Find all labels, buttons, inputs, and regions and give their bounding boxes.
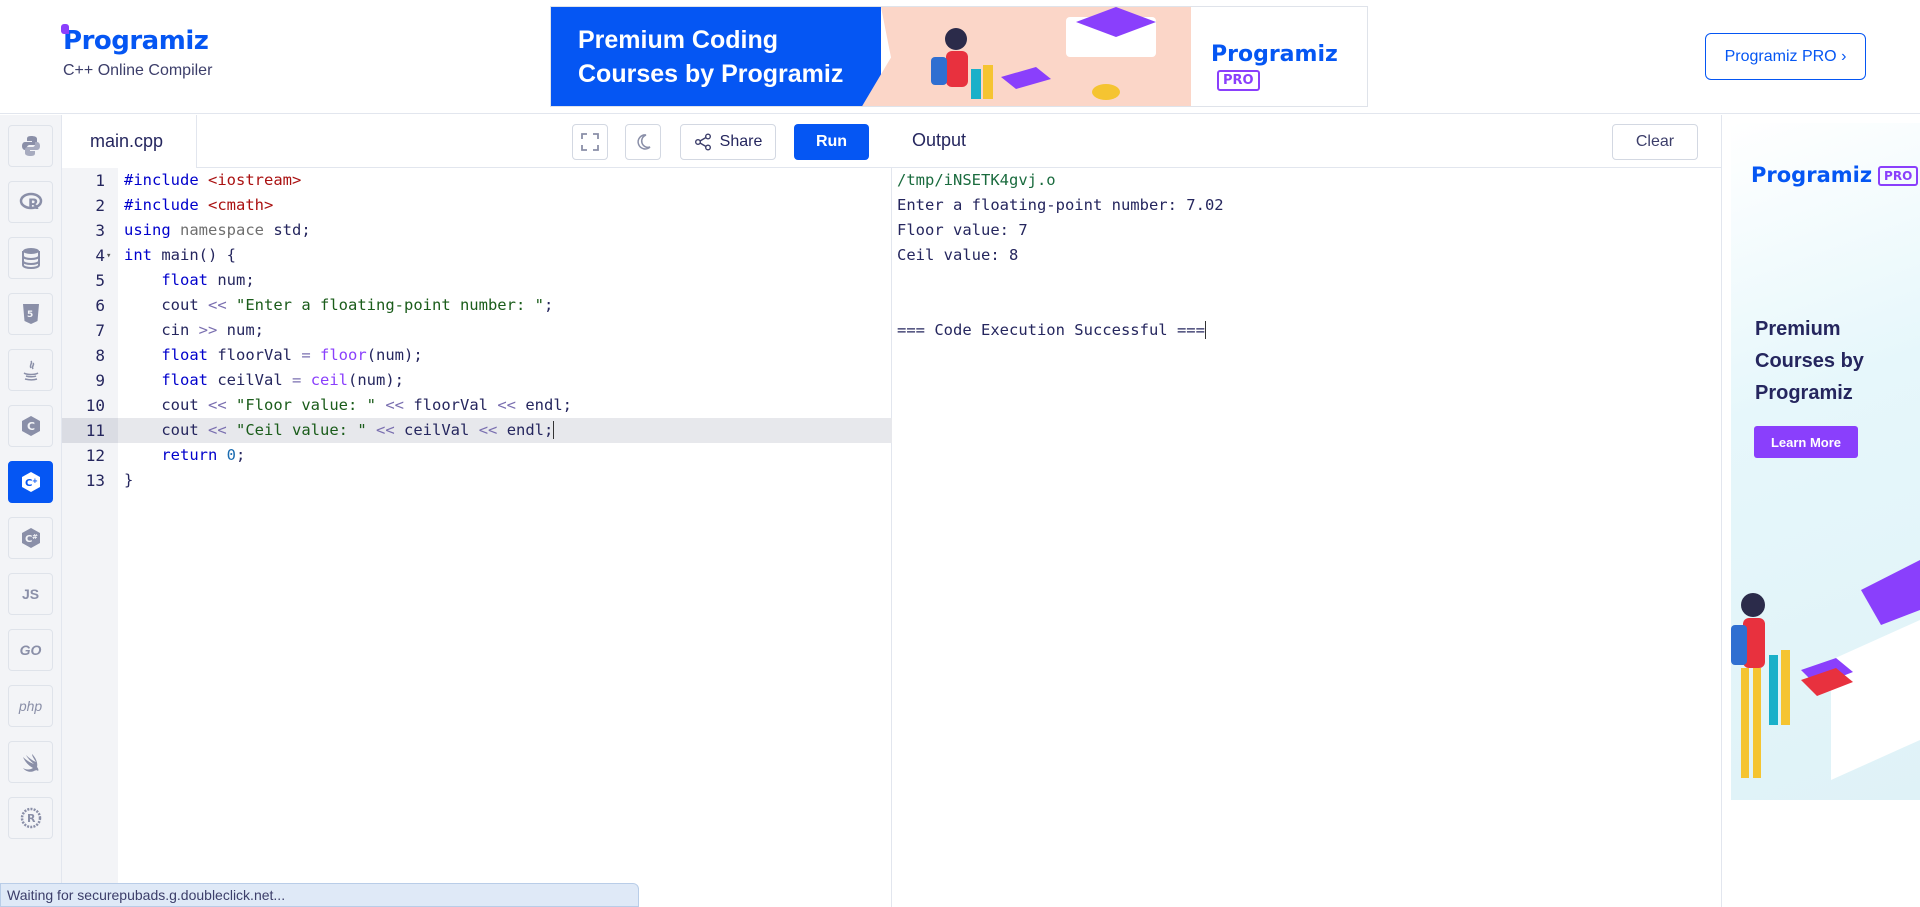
output-line: Ceil value: 8 [897,246,1019,264]
code-line-current: 11 cout << "Ceil value: " << ceilVal << … [62,418,892,443]
illustration-graphic [931,7,1156,100]
browser-status-bar: Waiting for securepubads.g.doubleclick.n… [0,883,639,907]
code-line: 12 return 0; [85,446,246,465]
java-icon[interactable] [8,349,53,391]
side-ad-headline: Premium Courses by Programiz [1755,318,1864,404]
code-editor[interactable]: 1 #include <iostream> 2 #include <cmath> 3… [62,168,892,907]
editor-toolbar: main.cpp Share Run [62,115,892,168]
top-ad-banner[interactable]: Premium Coding Courses by Programiz Progr… [550,6,1368,107]
editor-panel: main.cpp Share Run 1 #include <iostream> … [62,115,892,907]
programiz-logo[interactable]: Programiz [61,24,212,56]
output-line: /tmp/iNSETK4gvj.o [897,171,1056,189]
code-line: 10 cout << "Floor value: " << floorVal <… [85,396,573,415]
code-line: 6 cout << "Enter a floating-point number… [95,296,554,315]
svg-text:C: C [27,420,35,433]
language-sidebar: R 5 C C + C # JS GO php R [0,115,62,907]
file-tab-main-cpp[interactable]: main.cpp [62,115,197,168]
share-icon [694,133,711,151]
fullscreen-icon [581,133,599,151]
python-icon[interactable] [8,125,53,167]
side-ad-illustration [1731,560,1920,780]
code-line: 9 float ceilVal = ceil(num); [95,371,405,390]
banner-title-line1: Premium Coding [578,26,779,54]
code-line: 8 float floorVal = floor(num); [95,346,423,365]
code-line: 1 #include <iostream> [95,171,302,190]
code-line: 5 float num; [95,271,255,290]
code-line: 7 cin >> num; [95,321,264,340]
fold-arrow-icon[interactable]: ▾ [106,244,111,269]
banner-title-line2: Courses by Programiz [578,60,844,88]
share-button[interactable]: Share [680,124,776,160]
php-icon[interactable]: php [8,685,53,727]
side-ad[interactable]: Programiz PRO Premium Courses by Programi… [1731,123,1920,800]
learn-more-button[interactable]: Learn More [1754,426,1858,458]
output-console[interactable]: /tmp/iNSETK4gvj.o Enter a floating-point… [897,168,1224,343]
output-line: Enter a floating-point number: 7.02 [897,196,1224,214]
brand[interactable]: Programiz C++ Online Compiler [61,24,213,80]
cpp-icon[interactable]: C + [8,461,53,503]
c-icon[interactable]: C [8,405,53,447]
code-line: 4 ▾ int main() { [62,243,892,268]
programiz-pro-button[interactable]: Programiz PRO › [1705,33,1866,80]
banner-logo-panel: ProgramizPRO [1191,7,1367,106]
r-icon[interactable]: R [8,181,53,223]
run-button[interactable]: Run [794,124,869,160]
banner-blue-panel: Premium Coding Courses by Programiz [551,7,881,106]
output-header: Output Clear [892,115,1722,168]
sql-icon[interactable] [8,237,53,279]
svg-text:5: 5 [27,310,33,320]
go-icon[interactable]: GO [8,629,53,671]
output-title: Output [912,130,967,150]
rust-icon[interactable]: R [8,797,53,839]
fullscreen-button[interactable] [572,124,608,160]
code-line: 3 using namespace std; [95,221,311,240]
code-line: 13} [85,471,134,490]
top-header: Programiz C++ Online Compiler Premium Co… [0,0,1920,114]
svg-text:R: R [28,197,39,213]
code-line: 2 #include <cmath> [95,196,274,215]
swift-icon[interactable] [8,741,53,783]
side-ad-logo: Programiz PRO [1751,163,1919,187]
svg-text:R: R [27,812,36,825]
js-icon[interactable]: JS [8,573,53,615]
compiler-subtitle: C++ Online Compiler [63,62,213,79]
output-panel: Output Clear /tmp/iNSETK4gvj.o Enter a f… [892,115,1722,907]
clear-button[interactable]: Clear [1612,124,1698,160]
svg-text:#: # [32,533,38,541]
banner-logo: Programiz [1211,42,1338,67]
svg-text:+: + [32,477,38,485]
output-line: === Code Execution Successful === [897,321,1206,339]
share-label: Share [719,133,763,150]
moon-icon [637,134,651,150]
banner-pro-tag: PRO [1217,69,1260,91]
output-line: Floor value: 7 [897,221,1028,239]
csharp-icon[interactable]: C # [8,517,53,559]
theme-toggle-button[interactable] [625,124,661,160]
banner-illustration [861,7,1191,106]
html-icon[interactable]: 5 [8,293,53,335]
